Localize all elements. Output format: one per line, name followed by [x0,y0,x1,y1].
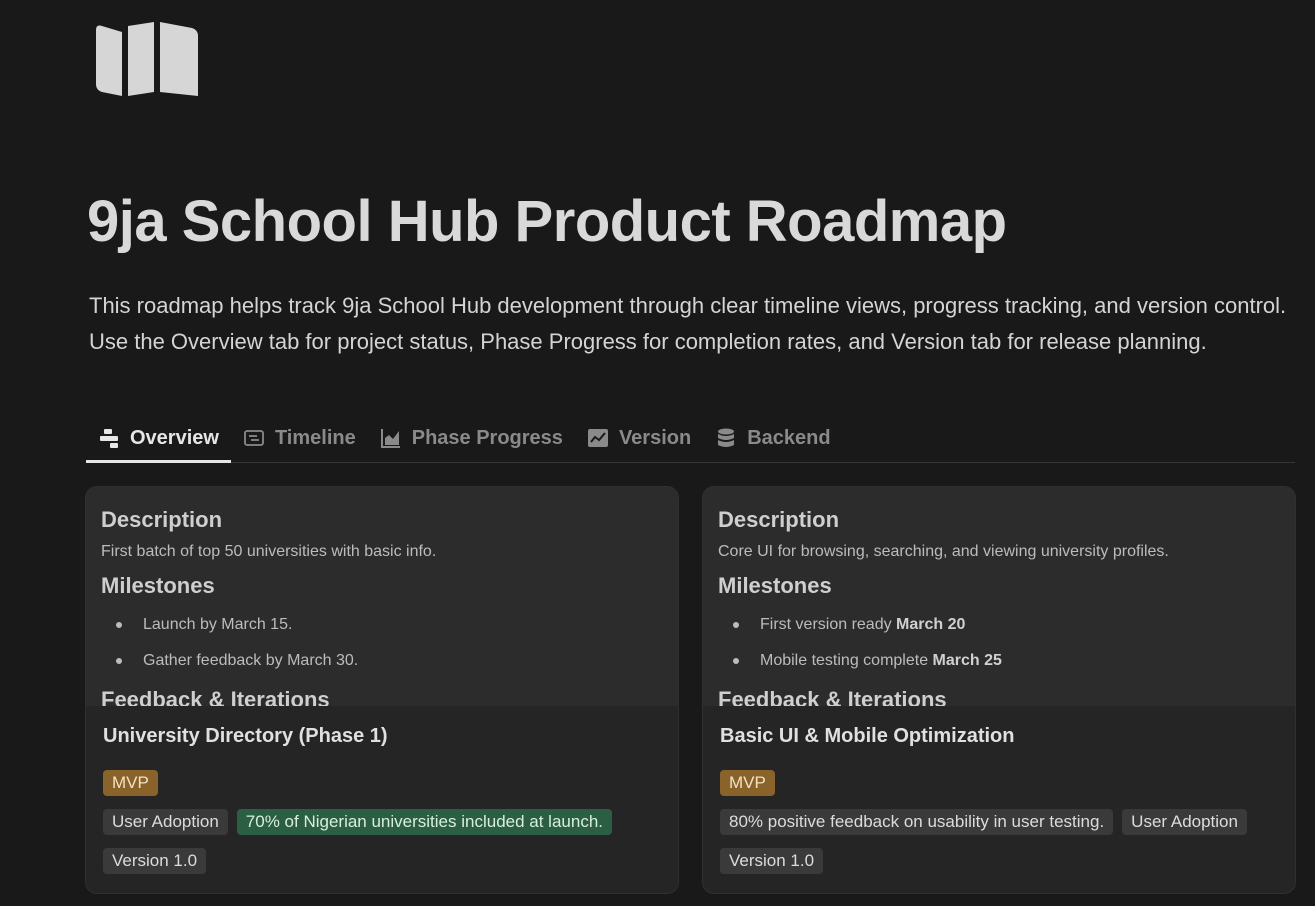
milestone-item: Mobile testing complete March 25 [718,643,1285,679]
tab-label: Phase Progress [411,426,563,449]
board-icon [100,429,118,448]
tag-row: 80% positive feedback on usability in us… [720,809,1247,835]
milestones-list: Launch by March 15. Gather feedback by M… [101,607,668,679]
metric-tag: 80% positive feedback on usability in us… [720,809,1114,835]
card-title[interactable]: University Directory (Phase 1) [103,725,388,748]
tag-row: MVP [103,770,158,796]
roadmap-card[interactable]: Description First batch of top 50 univer… [85,486,679,894]
card-title[interactable]: Basic UI & Mobile Optimization [720,725,1014,748]
tab-label: Timeline [274,426,356,449]
card-preview: Description Core UI for browsing, search… [703,487,1295,706]
description-text: First batch of top 50 universities with … [101,543,437,560]
milestone-item: First version ready March 20 [718,607,1285,643]
tab-label: Backend [747,426,831,449]
goal-tag: User Adoption [1122,809,1247,835]
tag-row: Version 1.0 [103,848,207,874]
tab-timeline[interactable]: Timeline [231,414,368,462]
view-tabs: Overview Timeline Phase Progress Version… [86,414,1295,463]
milestones-heading: Milestones [718,573,832,598]
line-chart-icon [587,429,608,447]
phase-tag: MVP [103,770,158,796]
tag-row: User Adoption 70% of Nigerian universiti… [103,809,613,835]
phase-tag: MVP [720,770,775,796]
milestones-list: First version ready March 20 Mobile test… [718,607,1285,679]
tab-label: Overview [130,426,219,449]
timeline-icon [244,430,264,446]
chart-icon [380,429,400,448]
tab-version[interactable]: Version [575,414,703,462]
description-heading: Description [101,507,223,532]
version-tag: Version 1.0 [103,848,207,874]
feedback-heading: Feedback & Iterations [101,687,330,706]
tab-backend[interactable]: Backend [703,414,842,462]
tag-row: Version 1.0 [720,848,824,874]
goal-tag: User Adoption [103,809,228,835]
page-description[interactable]: This roadmap helps track 9ja School Hub … [89,288,1304,360]
tab-phase-progress[interactable]: Phase Progress [368,414,575,462]
tag-row: MVP [720,770,775,796]
milestones-heading: Milestones [101,573,215,598]
page-title[interactable]: 9ja School Hub Product Roadmap [87,188,1007,255]
milestone-item: Launch by March 15. [101,607,668,643]
feedback-heading: Feedback & Iterations [718,687,947,706]
description-text: Core UI for browsing, searching, and vie… [718,543,1169,560]
database-icon [718,428,735,447]
milestone-item: Gather feedback by March 30. [101,643,668,679]
card-preview: Description First batch of top 50 univer… [86,487,678,706]
roadmap-card[interactable]: Description Core UI for browsing, search… [702,486,1296,894]
metric-tag: 70% of Nigerian universities included at… [236,809,613,835]
description-heading: Description [718,507,840,532]
version-tag: Version 1.0 [720,848,824,874]
tab-label: Version [618,426,692,449]
map-icon[interactable] [94,22,200,98]
tab-overview[interactable]: Overview [86,414,231,463]
